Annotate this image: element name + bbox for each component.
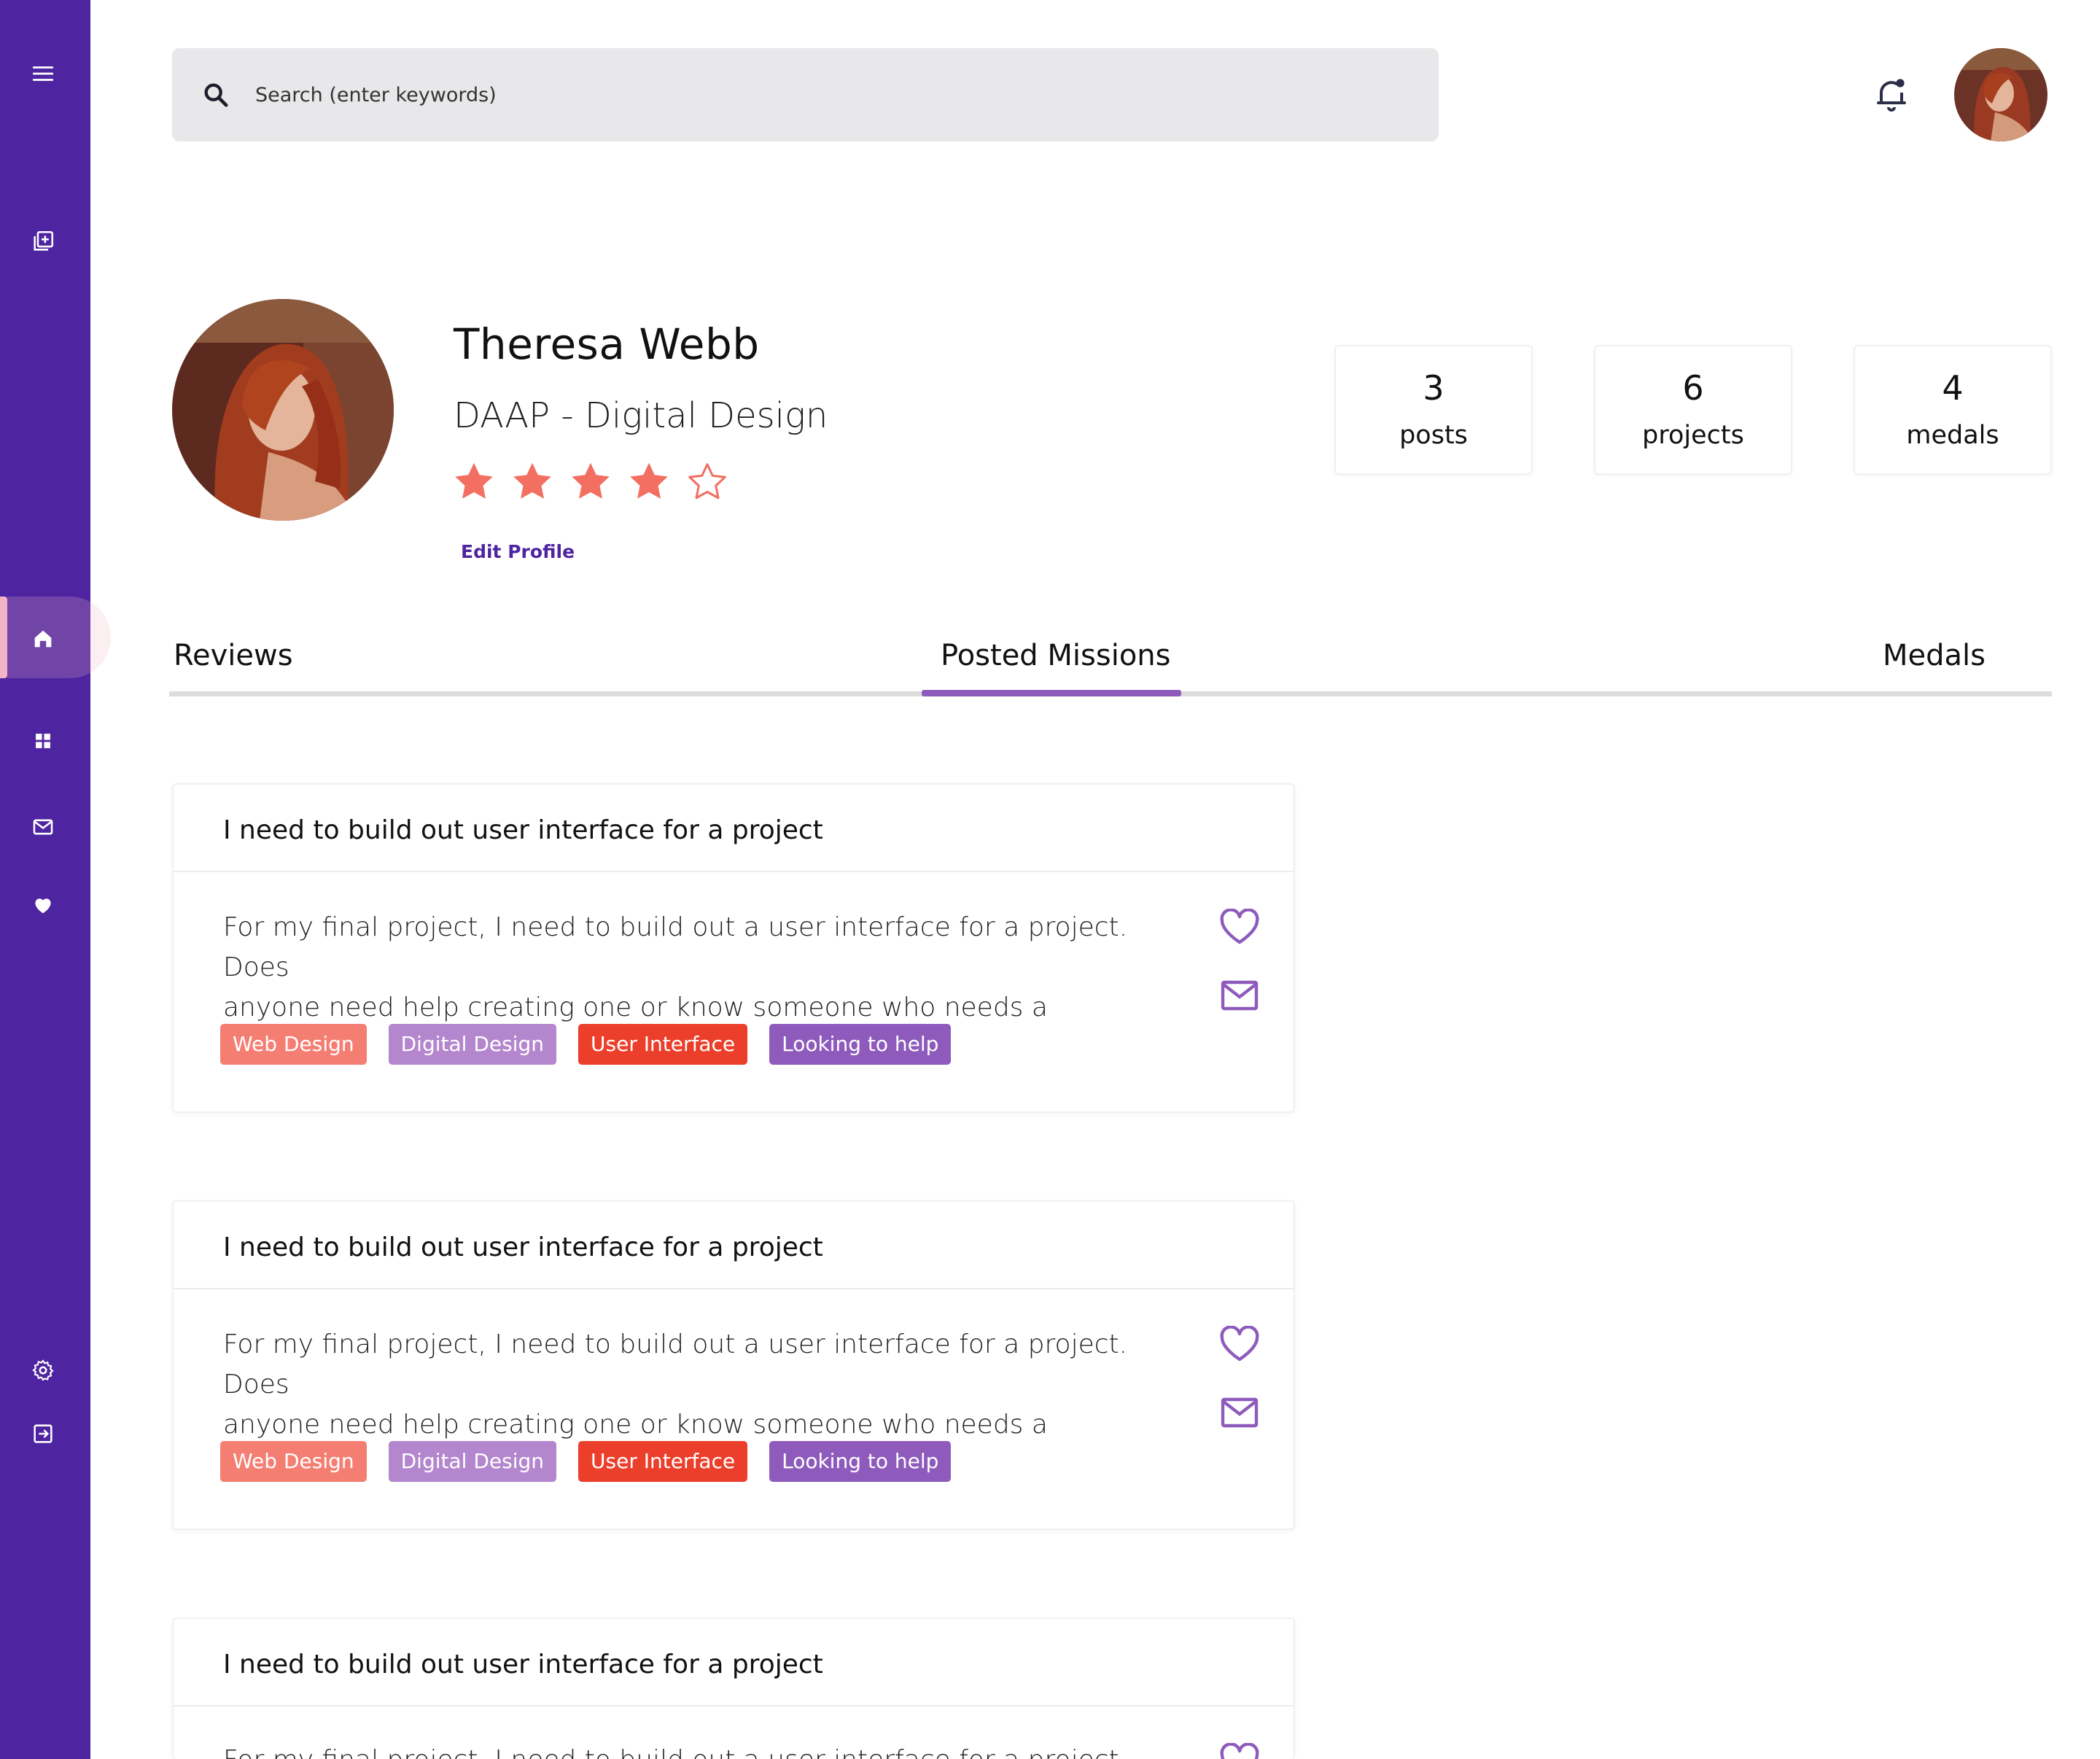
tag-looking-to-help[interactable]: Looking to help (769, 1024, 952, 1065)
description-line: For my final project, I need to build ou… (223, 912, 1128, 982)
tag-user-interface[interactable]: User Interface (578, 1441, 748, 1482)
stat-posts: 3 posts (1334, 345, 1533, 475)
edit-profile-link[interactable]: Edit Profile (461, 541, 575, 562)
search-input[interactable] (255, 70, 1393, 120)
tab-posted-missions[interactable]: Posted Missions (941, 639, 1171, 672)
mail-icon[interactable] (1221, 1397, 1259, 1428)
star-filled-icon (513, 462, 551, 499)
mail-icon[interactable] (28, 812, 58, 842)
mission-title: I need to build out user interface for a… (223, 1650, 823, 1680)
card-divider (174, 1288, 1294, 1289)
stat-projects: 6 projects (1594, 345, 1792, 475)
profile-name: Theresa Webb (454, 319, 760, 369)
stat-value: 4 (1942, 368, 1964, 408)
tag-looking-to-help[interactable]: Looking to help (769, 1441, 952, 1482)
active-tab-indicator (922, 690, 1181, 696)
search-icon[interactable] (201, 80, 230, 109)
description-line: For my final project, I need to build ou… (223, 1329, 1128, 1399)
tag-digital-design[interactable]: Digital Design (388, 1441, 557, 1482)
tag-web-design[interactable]: Web Design (220, 1024, 367, 1065)
mission-card: I need to build out user interface for a… (172, 1200, 1295, 1530)
stat-label: medals (1906, 421, 1999, 450)
mail-icon[interactable] (1221, 980, 1259, 1011)
home-icon[interactable] (28, 624, 58, 654)
card-divider (174, 871, 1294, 872)
mission-title: I need to build out user interface for a… (223, 1232, 823, 1262)
tag-list: Web Design Digital Design User Interface… (220, 1024, 952, 1065)
tag-web-design[interactable]: Web Design (220, 1441, 367, 1482)
bell-icon[interactable] (1874, 76, 1909, 114)
heart-icon[interactable] (1219, 1743, 1260, 1759)
mission-card: I need to build out user interface for a… (172, 783, 1295, 1113)
sidebar (0, 0, 111, 1759)
mission-title: I need to build out user interface for a… (223, 815, 823, 845)
stat-label: projects (1642, 421, 1744, 450)
star-filled-icon (572, 462, 610, 499)
rating-stars (452, 461, 729, 503)
tab-medals[interactable]: Medals (1883, 639, 1986, 672)
tag-digital-design[interactable]: Digital Design (388, 1024, 557, 1065)
profile-avatar (172, 299, 394, 521)
heart-icon[interactable] (1219, 1326, 1260, 1362)
avatar[interactable] (1954, 48, 2048, 141)
stat-value: 3 (1423, 368, 1444, 408)
heart-icon[interactable] (28, 890, 58, 920)
search-bar (172, 48, 1439, 141)
tag-list: Web Design Digital Design User Interface… (220, 1441, 952, 1482)
grid-icon[interactable] (28, 726, 58, 756)
profile-subtitle: DAAP - Digital Design (454, 395, 828, 436)
logout-icon[interactable] (28, 1418, 58, 1449)
star-filled-icon (455, 462, 493, 499)
stat-medals: 4 medals (1854, 345, 2052, 475)
description-line: For my final project, I need to build ou… (223, 1740, 1171, 1759)
star-filled-icon (630, 462, 668, 499)
mission-description: For my final project, I need to build ou… (223, 1740, 1171, 1759)
stat-value: 6 (1682, 368, 1704, 408)
tab-reviews[interactable]: Reviews (174, 639, 293, 672)
star-outline-icon (688, 463, 726, 500)
menu-icon[interactable] (28, 58, 58, 89)
heart-icon[interactable] (1219, 909, 1260, 945)
tag-user-interface[interactable]: User Interface (578, 1024, 748, 1065)
settings-icon[interactable] (28, 1355, 58, 1386)
add-library-icon[interactable] (28, 226, 58, 257)
mission-card: I need to build out user interface for a… (172, 1618, 1295, 1759)
stat-label: posts (1399, 421, 1468, 450)
card-divider (174, 1705, 1294, 1706)
